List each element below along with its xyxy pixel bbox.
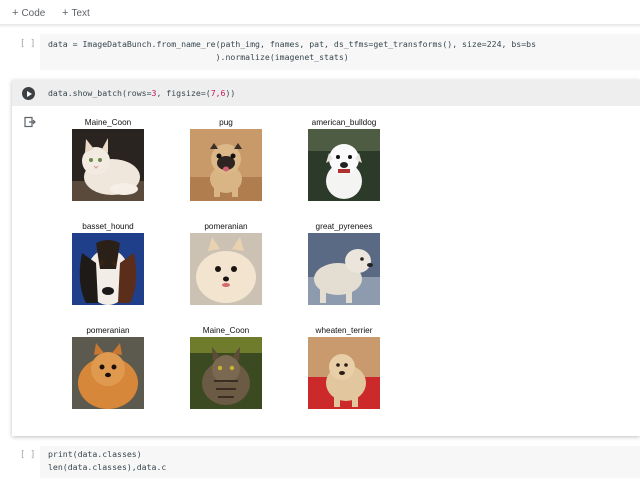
batch-item: wheaten_terrier bbox=[304, 326, 384, 409]
batch-item: Maine_Coon bbox=[68, 118, 148, 201]
white-pomeranian-photo bbox=[190, 233, 262, 305]
cell-output: Maine_Coon pug american_bulldog basset_h… bbox=[12, 106, 640, 436]
batch-item: great_pyrenees bbox=[304, 222, 384, 305]
image-label: pug bbox=[219, 118, 233, 127]
tabby-cat-photo bbox=[190, 337, 262, 409]
code-token: data.show_batch(rows= bbox=[48, 88, 152, 98]
code-cell-classes[interactable]: [ ] print(data.classes) len(data.classes… bbox=[0, 444, 640, 480]
image-label: Maine_Coon bbox=[84, 118, 132, 127]
image-label: american_bulldog bbox=[311, 118, 377, 127]
wheaten-terrier-photo bbox=[308, 337, 380, 409]
batch-item: pomeranian bbox=[186, 222, 266, 305]
batch-item: Maine_Coon bbox=[186, 326, 266, 409]
code-token: )) bbox=[225, 88, 236, 98]
image-label: pomeranian bbox=[204, 222, 248, 231]
batch-item: basset_hound bbox=[68, 222, 148, 305]
add-text-label: Text bbox=[71, 8, 90, 19]
image-label: pomeranian bbox=[86, 326, 130, 335]
notebook-toolbar: + Code + Text bbox=[0, 0, 640, 26]
batch-item: pug bbox=[186, 118, 266, 201]
code-line: ).normalize(imagenet_stats) bbox=[48, 52, 349, 62]
code-editor[interactable]: print(data.classes) len(data.classes),da… bbox=[40, 446, 640, 478]
add-code-label: Code bbox=[21, 8, 46, 19]
white-cat-photo bbox=[72, 129, 144, 201]
basset-hound-photo bbox=[72, 233, 144, 305]
white-bulldog-photo bbox=[308, 129, 380, 201]
cell-run-bracket[interactable]: [ ] bbox=[20, 450, 35, 460]
code-cell-show-batch[interactable]: data.show_batch(rows=3, figsize=(7,6)) M… bbox=[12, 80, 640, 436]
toolbar-divider bbox=[0, 24, 640, 28]
batch-item: american_bulldog bbox=[304, 118, 384, 201]
batch-item: pomeranian bbox=[68, 326, 148, 409]
code-line: data = ImageDataBunch.from_name_re(path_… bbox=[48, 39, 536, 49]
image-label: basset_hound bbox=[82, 222, 134, 231]
code-line: data.show_batch(rows=3, figsize=(7,6)) bbox=[48, 88, 235, 98]
code-line: len(data.classes),data.c bbox=[48, 462, 167, 472]
image-label: wheaten_terrier bbox=[315, 326, 373, 335]
image-label: Maine_Coon bbox=[202, 326, 250, 335]
image-label: great_pyrenees bbox=[315, 222, 373, 231]
code-editor[interactable]: data = ImageDataBunch.from_name_re(path_… bbox=[40, 34, 640, 70]
cell-run-bracket[interactable]: [ ] bbox=[20, 39, 35, 49]
run-cell-button[interactable] bbox=[22, 87, 35, 100]
add-code-button[interactable]: + Code bbox=[12, 6, 45, 20]
code-token-number: 7,6 bbox=[210, 88, 226, 98]
add-text-button[interactable]: + Text bbox=[62, 6, 90, 20]
code-editor[interactable]: data.show_batch(rows=3, figsize=(7,6)) bbox=[12, 80, 640, 106]
orange-pomeranian-photo bbox=[72, 337, 144, 409]
pug-photo bbox=[190, 129, 262, 201]
code-line: print(data.classes) bbox=[48, 449, 142, 459]
code-token: , figsize=( bbox=[156, 88, 211, 98]
plus-icon: + bbox=[12, 7, 19, 19]
code-cell-databunch[interactable]: [ ] data = ImageDataBunch.from_name_re(p… bbox=[0, 30, 640, 74]
plus-icon: + bbox=[62, 7, 69, 19]
great-pyrenees-photo bbox=[308, 233, 380, 305]
